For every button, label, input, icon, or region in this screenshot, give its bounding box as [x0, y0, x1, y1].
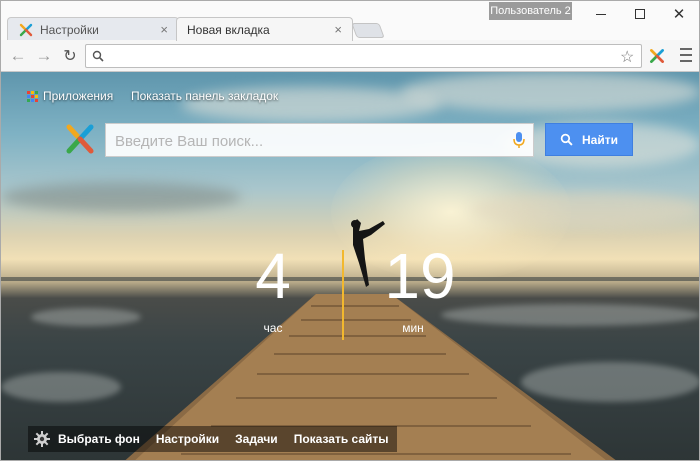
extension-logo-icon[interactable] [648, 47, 666, 65]
gear-icon[interactable] [34, 431, 50, 447]
clock-hours-label: час [263, 321, 283, 335]
address-input[interactable] [112, 48, 612, 64]
maximize-button[interactable] [620, 1, 660, 27]
browser-toolbar: ← → ↻ ☆ [1, 40, 699, 72]
settings-button[interactable]: Настройки [156, 432, 219, 446]
forward-button[interactable]: → [34, 46, 54, 66]
search-icon [560, 133, 573, 146]
menu-bar-icon [680, 48, 692, 50]
clock-minutes-label: мин [402, 321, 424, 335]
bottom-action-bar: Выбрать фон Настройки Задачи Показать са… [28, 426, 397, 452]
extension-logo-icon [19, 23, 33, 36]
search-engine-logo-icon [66, 124, 94, 154]
tab-close-icon[interactable]: × [160, 22, 168, 37]
search-box[interactable] [105, 123, 534, 157]
gear-icon-svg [34, 431, 50, 447]
search-icon [92, 50, 104, 62]
clock-minutes: 19 [384, 240, 456, 312]
tab-label: Новая вкладка [187, 22, 270, 37]
clock-divider [342, 250, 344, 340]
search-button-label: Найти [582, 132, 618, 147]
search-input[interactable] [115, 132, 495, 150]
tab-strip: Пользователь 2 ✕ Настройки × Новая вклад… [1, 1, 699, 41]
menu-bar-icon [680, 54, 692, 56]
back-button[interactable]: ← [8, 46, 28, 66]
background-dancer-silhouette [351, 219, 385, 287]
minimize-icon [596, 13, 606, 15]
background-cloud [471, 192, 699, 227]
clock-hours: 4 [255, 240, 291, 312]
maximize-icon [635, 9, 645, 19]
apps-grid-icon [27, 91, 38, 102]
minimize-button[interactable] [581, 1, 621, 27]
bookmark-star-icon[interactable]: ☆ [620, 47, 634, 67]
tasks-button[interactable]: Задачи [235, 432, 278, 446]
new-tab-page: Приложения Показать панель закладок Найт… [1, 72, 699, 460]
background-cloud [1, 182, 241, 212]
close-icon: ✕ [672, 5, 686, 23]
tab-settings[interactable]: Настройки × [7, 17, 179, 41]
browser-window: Пользователь 2 ✕ Настройки × Новая вклад… [0, 0, 700, 461]
apps-label: Приложения [43, 89, 114, 103]
show-bookmarks-bar-link[interactable]: Показать панель закладок [131, 89, 278, 103]
search-button[interactable]: Найти [545, 123, 633, 156]
tab-label: Настройки [40, 22, 99, 37]
profile-badge[interactable]: Пользователь 2 [489, 2, 572, 20]
tab-new-tab[interactable]: Новая вкладка × [176, 17, 353, 41]
tab-close-icon[interactable]: × [334, 22, 342, 37]
choose-background-button[interactable]: Выбрать фон [58, 432, 140, 446]
menu-bar-icon [680, 60, 692, 62]
address-bar[interactable]: ☆ [85, 44, 642, 68]
apps-link[interactable]: Приложения [27, 89, 113, 103]
show-sites-button[interactable]: Показать сайты [294, 432, 389, 446]
browser-menu-button[interactable] [680, 48, 692, 62]
microphone-icon[interactable] [513, 131, 525, 149]
close-window-button[interactable]: ✕ [659, 1, 699, 27]
reload-button[interactable]: ↻ [60, 46, 80, 66]
background-cloud [401, 72, 699, 112]
new-tab-button[interactable] [351, 23, 385, 38]
